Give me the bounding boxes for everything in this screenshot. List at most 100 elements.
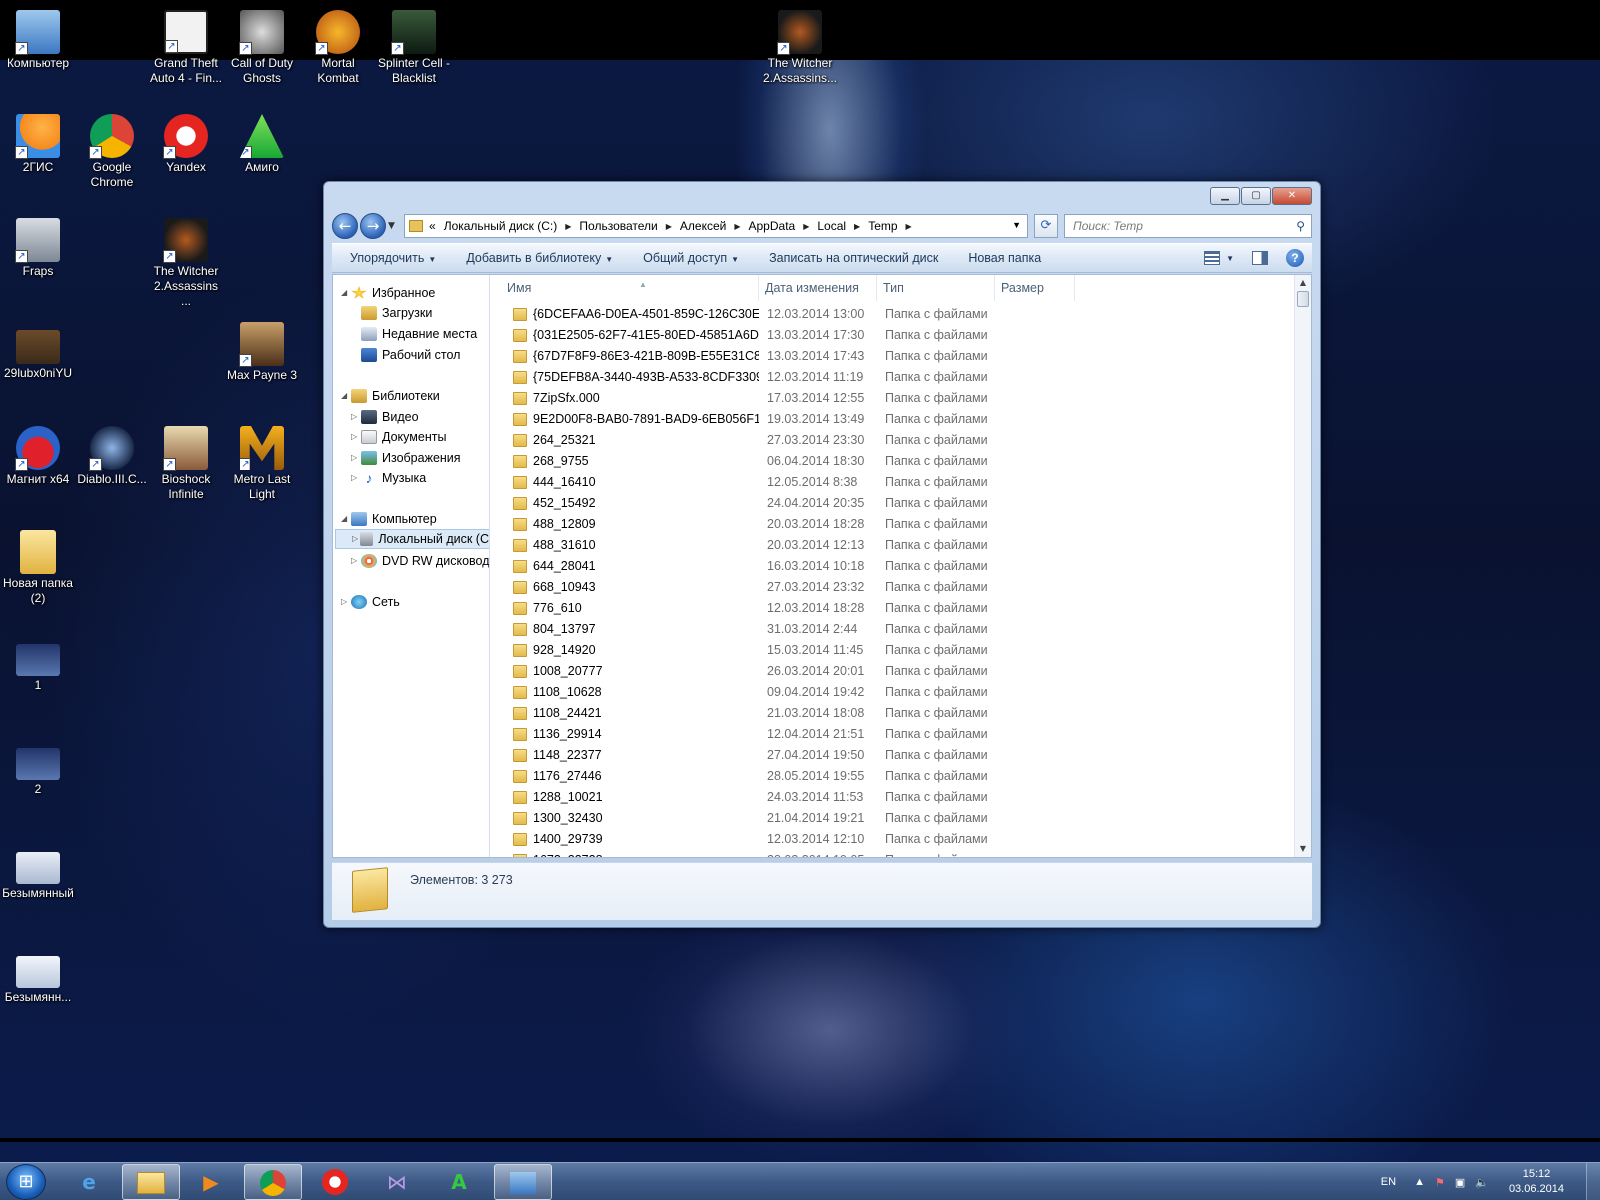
file-row[interactable]: 264_25321 27.03.2014 23:30 Папка с файлами [491, 430, 1294, 451]
desktop-icon-witcher2[interactable]: ↗ The Witcher 2.Assassins ... [148, 218, 224, 309]
include-in-library-button[interactable]: Добавить в библиотеку ▼ [448, 251, 625, 265]
collapse-icon[interactable]: ◢ [341, 509, 351, 529]
desktop-icon-untitled[interactable]: Безымянный [0, 852, 76, 901]
language-indicator[interactable]: EN [1381, 1176, 1396, 1188]
file-row[interactable]: 1108_10628 09.04.2014 19:42 Папка с файлам… [491, 682, 1294, 703]
taskbar-chrome[interactable] [244, 1164, 302, 1200]
collapse-icon[interactable]: ◢ [341, 386, 351, 406]
collapse-icon[interactable]: ◢ [341, 283, 351, 303]
column-header-date[interactable]: Дата изменения [759, 275, 877, 301]
expand-icon[interactable]: ▷ [351, 448, 361, 468]
action-center-flag-icon[interactable]: ⚑ [1435, 1176, 1445, 1189]
taskbar-visual-studio[interactable]: ⋈ [368, 1164, 426, 1200]
desktop-icon-chrome[interactable]: ↗ Google Chrome [74, 114, 150, 190]
file-row[interactable]: 1288_10021 24.03.2014 11:53 Папка с файлам… [491, 787, 1294, 808]
file-row[interactable]: 1008_20777 26.03.2014 20:01 Папка с файлам… [491, 661, 1294, 682]
desktop-icon-1[interactable]: 1 [0, 644, 76, 693]
file-row[interactable]: 1148_22377 27.04.2014 19:50 Папка с файлам… [491, 745, 1294, 766]
help-button[interactable]: ? [1286, 249, 1304, 267]
nav-desktop[interactable]: Рабочий стол [361, 345, 460, 365]
expand-icon[interactable]: ▷ [351, 407, 361, 427]
search-input[interactable]: Поиск: Temp ⚲ [1064, 214, 1312, 238]
breadcrumb-item-local-disk[interactable]: Локальный диск (C:) [436, 219, 566, 233]
file-row[interactable]: 1400_29739 12.03.2014 12:10 Папка с файлам… [491, 829, 1294, 850]
expand-icon[interactable]: ▷ [352, 529, 360, 549]
nav-favorites[interactable]: ◢ Избранное [341, 283, 435, 303]
minimize-button[interactable]: ▁ [1210, 187, 1240, 205]
desktop-icon-29lubx0niyu[interactable]: 29lubx0niYU [0, 322, 76, 381]
breadcrumb-item-appdata[interactable]: AppData [741, 219, 804, 233]
address-bar[interactable]: « Локальный диск (C:) ▶ Пользователи ▶ Але… [404, 214, 1028, 238]
address-history-chevron-down-icon[interactable]: ▼ [1012, 220, 1021, 230]
share-with-button[interactable]: Общий доступ ▼ [625, 251, 751, 265]
nav-computer[interactable]: ◢ Компьютер [341, 509, 437, 529]
file-row[interactable]: 1136_29914 12.04.2014 21:51 Папка с файлам… [491, 724, 1294, 745]
breadcrumb-separator-icon[interactable]: ▶ [906, 222, 912, 231]
file-row[interactable]: {67D7F8F9-86E3-421B-809B-E55E31C80479} 13… [491, 346, 1294, 367]
breadcrumb-item-temp[interactable]: Temp [860, 219, 905, 233]
vertical-scrollbar[interactable]: ▲ ▼ [1294, 275, 1311, 857]
file-row[interactable]: 268_9755 06.04.2014 18:30 Папка с файлами [491, 451, 1294, 472]
scroll-down-icon[interactable]: ▼ [1295, 841, 1311, 857]
taskbar-network-app[interactable] [494, 1164, 552, 1200]
expand-icon[interactable]: ▷ [351, 551, 361, 571]
file-row[interactable]: 488_12809 20.03.2014 18:28 Папка с файлами [491, 514, 1294, 535]
taskbar-yandex[interactable] [306, 1164, 364, 1200]
taskbar-amigo[interactable]: A [430, 1164, 488, 1200]
file-row[interactable]: 644_28041 16.03.2014 10:18 Папка с файлами [491, 556, 1294, 577]
desktop-icon-untitled-2[interactable]: Безымянн... [0, 956, 76, 1005]
column-header-name[interactable]: Имя ▲ [501, 275, 759, 301]
network-status-icon[interactable]: ▣ [1455, 1176, 1465, 1189]
desktop-icon-splinter-cell[interactable]: ↗ Splinter Cell - Blacklist [376, 10, 452, 86]
file-list[interactable]: Имя ▲ Дата изменения Тип Размер {6DCEFAA6… [491, 275, 1294, 857]
column-header-type[interactable]: Тип [877, 275, 995, 301]
file-row[interactable]: 776_610 12.03.2014 18:28 Папка с файлами [491, 598, 1294, 619]
recent-pages-chevron-down-icon[interactable]: ▼ [388, 221, 395, 231]
close-button[interactable]: ✕ [1272, 187, 1312, 205]
file-row[interactable]: {6DCEFAA6-D0EA-4501-859C-126C30EA... 12.0… [491, 304, 1294, 325]
scroll-up-icon[interactable]: ▲ [1295, 275, 1311, 291]
desktop-icon-new-folder[interactable]: Новая папка (2) [0, 530, 76, 606]
desktop-icon-gta4[interactable]: ↗ Grand Theft Auto 4 - Fin... [148, 10, 224, 86]
organize-button[interactable]: Упорядочить ▼ [332, 251, 448, 265]
show-hidden-icons-icon[interactable]: ▲ [1414, 1176, 1425, 1188]
file-row[interactable]: 452_15492 24.04.2014 20:35 Папка с файлами [491, 493, 1294, 514]
taskbar-file-explorer[interactable] [122, 1164, 180, 1200]
file-row[interactable]: 7ZipSfx.000 17.03.2014 12:55 Папка с файла… [491, 388, 1294, 409]
forward-button[interactable]: → [360, 213, 386, 239]
file-row[interactable]: 1176_27446 28.05.2014 19:55 Папка с файлам… [491, 766, 1294, 787]
desktop-icon-fraps[interactable]: ↗ Fraps [0, 218, 76, 279]
desktop-icon-max-payne3[interactable]: ↗ Max Payne 3 [224, 322, 300, 383]
nav-libraries[interactable]: ◢ Библиотеки [341, 386, 440, 406]
desktop-icon-2[interactable]: 2 [0, 748, 76, 797]
expand-icon[interactable]: ▷ [351, 468, 361, 488]
nav-video[interactable]: ▷ Видео [351, 407, 419, 427]
breadcrumb-overflow[interactable]: « [429, 219, 436, 233]
preview-pane-button[interactable] [1252, 251, 1268, 265]
nav-documents[interactable]: ▷ Документы [351, 427, 446, 447]
clock[interactable]: 15:12 03.06.2014 [1509, 1167, 1564, 1197]
desktop-icon-amigo[interactable]: ↗ Амиго [224, 114, 300, 175]
desktop-icon-diablo3[interactable]: ↗ Diablo.III.C... [74, 426, 150, 487]
navigation-pane[interactable]: ◢ Избранное Загрузки Недавние места Рабоч… [333, 275, 490, 857]
desktop-icon-computer[interactable]: ↗ Компьютер [0, 10, 76, 71]
nav-network[interactable]: ▷ Сеть [341, 592, 400, 612]
breadcrumb-item-local[interactable]: Local [809, 219, 854, 233]
file-row[interactable]: 1300_32430 21.04.2014 19:21 Папка с файлам… [491, 808, 1294, 829]
nav-pictures[interactable]: ▷ Изображения [351, 448, 461, 468]
desktop-icon-bioshock[interactable]: ↗ Bioshock Infinite [148, 426, 224, 502]
breadcrumb-item-aleksey[interactable]: Алексей [672, 219, 734, 233]
desktop-icon-yandex[interactable]: ↗ Yandex [148, 114, 224, 175]
file-row[interactable]: 9E2D00F8-BAB0-7891-BAD9-6EB056F1CF9E 19.0… [491, 409, 1294, 430]
desktop-icon-mortal-kombat[interactable]: ↗ Mortal Kombat [300, 10, 376, 86]
column-header-size[interactable]: Размер [995, 275, 1075, 301]
explorer-window[interactable]: ▁ ▢ ✕ ← → ▼ « Локальный диск (C:) ▶ Польз… [323, 181, 1321, 928]
maximize-button[interactable]: ▢ [1241, 187, 1271, 205]
desktop-icon-cod-ghosts[interactable]: ↗ Call of Duty Ghosts [224, 10, 300, 86]
nav-downloads[interactable]: Загрузки [361, 303, 432, 323]
desktop-icon-metro[interactable]: ↗ Metro Last Light [224, 426, 300, 502]
new-folder-button[interactable]: Новая папка [950, 251, 1053, 265]
nav-recent-places[interactable]: Недавние места [361, 324, 477, 344]
taskbar-media-player[interactable]: ▶ [182, 1164, 240, 1200]
desktop-icon-magnit[interactable]: ↗ Магнит x64 [0, 426, 76, 487]
